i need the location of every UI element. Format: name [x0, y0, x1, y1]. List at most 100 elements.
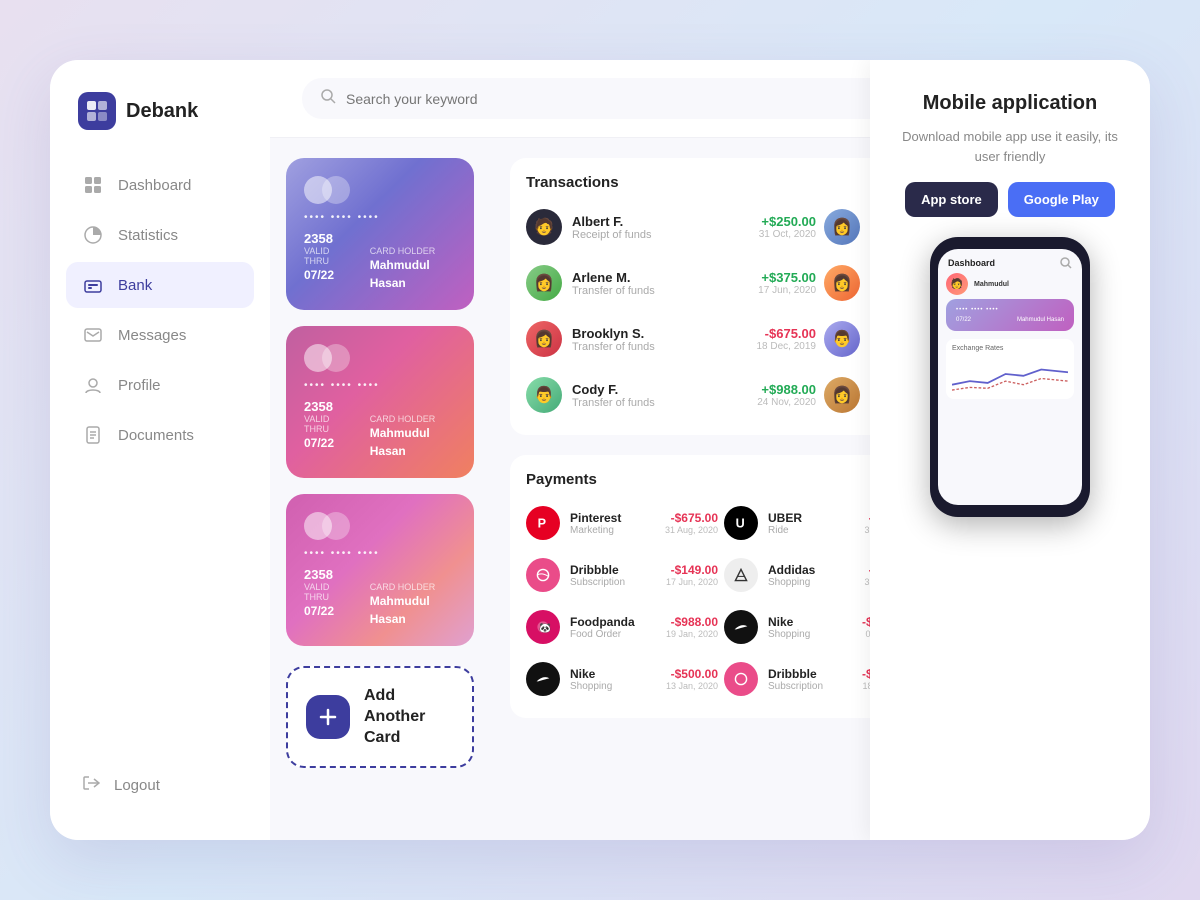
tx-amount: -$675.00	[757, 326, 817, 341]
card-2-holder-value: Mahmudul Hasan	[370, 426, 430, 458]
pay-amount-date: -$988.00 19 Jan, 2020	[666, 615, 718, 639]
app-store-button[interactable]: App store	[905, 182, 998, 217]
tx-amount-date: +$375.00 17 Jun, 2020	[758, 270, 816, 296]
card-1-holder-value: Mahmudul Hasan	[370, 258, 430, 290]
pay-info: Nike Shopping	[768, 615, 852, 640]
pay-name: Dribbble	[570, 563, 656, 577]
card-1-holder: CARD HOLDER Mahmudul Hasan	[370, 246, 456, 292]
card-1-dots: •••• •••• ••••	[304, 212, 456, 223]
card-3-valid-value: 07/22	[304, 604, 334, 618]
phone-screen: Dashboard 🧑 Mahmudul •••• •••• •••• 07/2…	[938, 249, 1082, 505]
add-card-button[interactable]: Add Another Card	[286, 666, 474, 768]
phone-header: Dashboard	[938, 249, 1082, 273]
search-icon	[320, 88, 336, 109]
logo-icon	[78, 92, 116, 130]
sidebar-item-profile-label: Profile	[118, 377, 161, 394]
exchange-rates-chart	[952, 354, 1068, 394]
payment-item: Nike Shopping -$500.00 13 Jan, 2020	[526, 656, 718, 702]
google-play-button[interactable]: Google Play	[1008, 182, 1115, 217]
card-3-holder-value: Mahmudul Hasan	[370, 594, 430, 626]
cards-panel: •••• •••• •••• 2358 VALID THRU 07/22 CAR…	[270, 138, 490, 840]
pay-amount: -$675.00	[665, 511, 718, 525]
bank-card-1[interactable]: •••• •••• •••• 2358 VALID THRU 07/22 CAR…	[286, 158, 474, 310]
tx-info: Brooklyn S. Transfer of funds	[572, 326, 747, 353]
pay-icon	[724, 662, 758, 696]
sidebar-item-bank[interactable]: Bank	[66, 262, 254, 308]
phone-mini-card: •••• •••• •••• 07/22 Mahmudul Hasan	[946, 299, 1074, 331]
pay-icon	[526, 662, 560, 696]
payment-item: Dribbble Subscription -$149.00 17 Jun, 2…	[526, 552, 718, 598]
tx-date: 18 Dec, 2019	[757, 341, 817, 352]
mobile-app-description: Download mobile app use it easily, its u…	[894, 127, 1126, 166]
pay-amount: -$149.00	[666, 563, 718, 577]
tx-avatar: 👩	[526, 265, 562, 301]
tx-amount: +$375.00	[758, 270, 816, 285]
pay-name: Nike	[570, 667, 656, 681]
card-3-valid: VALID THRU 07/22	[304, 582, 350, 628]
phone-mockup: Dashboard 🧑 Mahmudul •••• •••• •••• 07/2…	[930, 237, 1090, 517]
pay-amount-date: -$149.00 17 Jun, 2020	[666, 563, 718, 587]
phone-card-valid: 07/22	[956, 317, 971, 323]
tx-avatar: 👩	[824, 265, 860, 301]
pay-date: 13 Jan, 2020	[666, 681, 718, 691]
pay-name: Pinterest	[570, 511, 655, 525]
tx-name: Brooklyn S.	[572, 326, 747, 341]
logout-icon	[82, 774, 100, 796]
pay-amount-date: -$675.00 31 Aug, 2020	[665, 511, 718, 535]
phone-user-name: Mahmudul	[974, 281, 1009, 288]
add-card-label: Add Another Card	[364, 686, 454, 748]
pay-name: Foodpanda	[570, 615, 656, 629]
sidebar-item-dashboard[interactable]: Dashboard	[66, 162, 254, 208]
sidebar-item-documents[interactable]: Documents	[66, 412, 254, 458]
sidebar-item-profile[interactable]: Profile	[66, 362, 254, 408]
main-card: Debank Dashboard	[50, 60, 1150, 840]
pay-amount-date: -$500.00 13 Jan, 2020	[666, 667, 718, 691]
transaction-item: 👩 Arlene M. Transfer of funds +$375.00 1…	[526, 259, 816, 307]
pay-date: 17 Jun, 2020	[666, 577, 718, 587]
phone-card-holder: Mahmudul Hasan	[1017, 317, 1064, 323]
statistics-icon	[82, 224, 104, 246]
sidebar-item-documents-label: Documents	[118, 427, 194, 444]
svg-text:🐼: 🐼	[539, 622, 551, 634]
mobile-app-title: Mobile application	[923, 92, 1097, 115]
tx-amount: +$250.00	[759, 214, 816, 229]
phone-user-area: 🧑 Mahmudul	[938, 273, 1082, 295]
transactions-title: Transactions	[526, 174, 619, 191]
bank-card-2[interactable]: •••• •••• •••• 2358 VALID THRU 07/22 CAR…	[286, 326, 474, 478]
logout-button[interactable]: Logout	[50, 762, 270, 808]
tx-amount-date: -$675.00 18 Dec, 2019	[757, 326, 817, 352]
sidebar-item-messages[interactable]: Messages	[66, 312, 254, 358]
card-2-dots: •••• •••• ••••	[304, 380, 456, 391]
payment-item: 🐼 Foodpanda Food Order -$988.00 19 Jan, …	[526, 604, 718, 650]
sidebar-item-bank-label: Bank	[118, 277, 152, 294]
pay-type: Marketing	[570, 525, 655, 536]
card-2-valid-value: 07/22	[304, 436, 334, 450]
tx-name: Albert F.	[572, 214, 749, 229]
card-2-holder: CARD HOLDER Mahmudul Hasan	[370, 414, 456, 460]
pay-type: Subscription	[570, 577, 656, 588]
tx-info: Arlene M. Transfer of funds	[572, 270, 748, 297]
nav-menu: Dashboard Statistics	[50, 162, 270, 762]
phone-search-icon	[1060, 257, 1072, 269]
logo-text: Debank	[126, 100, 198, 123]
profile-icon	[82, 374, 104, 396]
pay-icon	[724, 558, 758, 592]
pay-amount: -$988.00	[666, 615, 718, 629]
card-3-valid-label: VALID THRU	[304, 582, 350, 602]
logo: Debank	[50, 92, 270, 162]
tx-avatar: 👩	[824, 209, 860, 245]
sidebar-item-statistics[interactable]: Statistics	[66, 212, 254, 258]
tx-avatar: 👨	[824, 321, 860, 357]
tx-type: Transfer of funds	[572, 341, 747, 353]
card-2-valid-label: VALID THRU	[304, 414, 350, 434]
bank-card-3[interactable]: •••• •••• •••• 2358 VALID THRU 07/22 CAR…	[286, 494, 474, 646]
pay-name: Dribbble	[768, 667, 852, 681]
transaction-item: 👨 Cody F. Transfer of funds +$988.00 24 …	[526, 371, 816, 419]
documents-icon	[82, 424, 104, 446]
tx-avatar: 🧑	[526, 209, 562, 245]
card-1-last4: 2358	[304, 231, 456, 246]
tx-info: Cody F. Transfer of funds	[572, 382, 747, 409]
svg-text:P: P	[538, 517, 546, 531]
tx-info: Albert F. Receipt of funds	[572, 214, 749, 241]
pay-name: Nike	[768, 615, 852, 629]
